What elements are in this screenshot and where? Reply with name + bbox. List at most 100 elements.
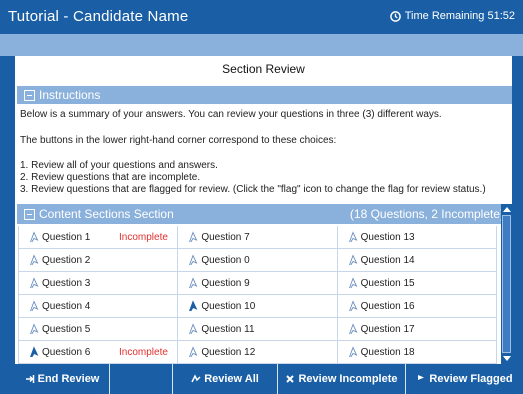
exam-title: Tutorial - Candidate Name — [8, 8, 189, 25]
end-review-button[interactable]: End Review — [15, 364, 110, 394]
question-label[interactable]: Question 15 — [361, 278, 415, 289]
instructions-line-2: The buttons in the lower right-hand corn… — [20, 135, 337, 146]
scroll-thumb[interactable] — [502, 215, 511, 353]
question-label[interactable]: Question 14 — [361, 255, 415, 266]
question-cell[interactable]: Question 4 — [19, 295, 179, 318]
flag-outline-icon[interactable] — [348, 300, 358, 312]
question-cell[interactable]: Question 2 — [19, 249, 179, 272]
question-label[interactable]: Question 2 — [42, 255, 90, 266]
question-label[interactable]: Question 3 — [42, 278, 90, 289]
instructions-item-2: 2. Review questions that are incomplete. — [20, 172, 201, 183]
review-all-button[interactable]: Review All — [173, 364, 278, 394]
question-row: Question 6 Incomplete Question 12 Question … — [19, 341, 497, 364]
flag-filled-icon[interactable] — [188, 300, 198, 312]
review-incomplete-label: Review Incomplete — [298, 373, 398, 385]
flag-outline-icon[interactable] — [29, 277, 39, 289]
instructions-line-1: Below is a summary of your answers. You … — [20, 109, 442, 120]
review-flagged-label: Review Flagged — [429, 373, 513, 385]
question-cell[interactable]: Question 15 — [338, 272, 497, 295]
instructions-item-3: 3. Review questions that are flagged for… — [20, 184, 486, 195]
collapse-icon[interactable] — [24, 208, 35, 220]
question-cell[interactable]: Question 9 — [178, 272, 338, 295]
instructions-item-1: 1. Review all of your questions and answ… — [20, 160, 218, 171]
instructions-header[interactable]: Instructions — [17, 86, 512, 104]
flag-outline-icon[interactable] — [348, 254, 358, 266]
flag-outline-icon[interactable] — [29, 254, 39, 266]
question-label[interactable]: Question 17 — [361, 324, 415, 335]
question-cell[interactable]: Question 1 Incomplete — [19, 226, 179, 249]
question-label[interactable]: Question 18 — [361, 347, 415, 358]
flag-outline-icon[interactable] — [348, 277, 358, 289]
question-label[interactable]: Question 16 — [361, 301, 415, 312]
content-section-header[interactable]: Content Sections Section (18 Questions, … — [17, 204, 512, 224]
page-title: Section Review — [222, 62, 305, 76]
flag-outline-icon[interactable] — [29, 300, 39, 312]
scrollbar[interactable] — [501, 204, 512, 364]
incomplete-status: Incomplete — [119, 232, 168, 243]
question-row: Question 3 Question 9 Question 15 — [19, 272, 497, 295]
toolbar-spacer — [110, 364, 173, 394]
flag-outline-icon[interactable] — [348, 346, 358, 358]
question-label[interactable]: Question 0 — [201, 255, 249, 266]
flag-outline-icon[interactable] — [29, 323, 39, 335]
flag-icon — [418, 375, 425, 383]
incomplete-status: Incomplete — [119, 347, 168, 358]
question-cell[interactable]: Question 10 — [178, 295, 338, 318]
question-cell[interactable]: Question 6 Incomplete — [19, 341, 179, 364]
time-remaining-text: Time Remaining 51:52 — [404, 10, 515, 22]
question-cell[interactable]: Question 17 — [338, 318, 497, 341]
flag-outline-icon[interactable] — [29, 231, 39, 243]
question-label[interactable]: Question 12 — [201, 347, 255, 358]
question-label[interactable]: Question 4 — [42, 301, 90, 312]
end-review-label: End Review — [37, 373, 100, 385]
exit-icon — [25, 375, 34, 383]
title-bar: Tutorial - Candidate Name Time Remaining… — [0, 0, 523, 34]
question-cell[interactable]: Question 14 — [338, 249, 497, 272]
question-cell[interactable]: Question 0 — [178, 249, 338, 272]
question-grid: Question 1 Incomplete Question 7 Question 1… — [18, 226, 497, 364]
question-cell[interactable]: Question 11 — [178, 318, 338, 341]
flag-outline-icon[interactable] — [348, 323, 358, 335]
review-all-label: Review All — [204, 373, 259, 385]
question-label[interactable]: Question 5 — [42, 324, 90, 335]
question-cell[interactable]: Question 16 — [338, 295, 497, 318]
question-cell[interactable]: Question 7 — [178, 226, 338, 249]
scroll-down-arrow-icon[interactable] — [503, 356, 511, 361]
question-row: Question 1 Incomplete Question 7 Question 1… — [19, 226, 497, 249]
question-label[interactable]: Question 11 — [201, 324, 254, 335]
review-panel: Section Review Instructions Below is a s… — [15, 56, 512, 364]
flag-outline-icon[interactable] — [188, 254, 198, 266]
collapse-icon[interactable] — [24, 89, 35, 101]
question-cell[interactable]: Question 5 — [19, 318, 179, 341]
question-row: Question 4 Question 10 Question 16 — [19, 295, 497, 318]
question-summary: (18 Questions, 2 Incomplete) — [349, 207, 504, 221]
question-label[interactable]: Question 6 — [42, 347, 90, 358]
question-label[interactable]: Question 13 — [361, 232, 415, 243]
scroll-up-arrow-icon[interactable] — [503, 207, 511, 212]
question-label[interactable]: Question 9 — [201, 278, 249, 289]
flag-filled-icon[interactable] — [29, 346, 39, 358]
question-cell[interactable]: Question 13 — [338, 226, 497, 249]
review-all-icon — [191, 374, 201, 383]
question-label[interactable]: Question 10 — [201, 301, 255, 312]
question-cell[interactable]: Question 18 — [338, 341, 497, 364]
flag-outline-icon[interactable] — [188, 346, 198, 358]
flag-outline-icon[interactable] — [188, 231, 198, 243]
review-flagged-button[interactable]: Review Flagged — [406, 364, 523, 394]
x-icon — [286, 375, 295, 383]
flag-outline-icon[interactable] — [188, 323, 198, 335]
clock-icon — [389, 10, 401, 22]
flag-outline-icon[interactable] — [348, 231, 358, 243]
question-cell[interactable]: Question 12 — [178, 341, 338, 364]
toolbar-strip — [0, 34, 523, 56]
question-row: Question 2 Question 0 Question 14 — [19, 249, 497, 272]
review-incomplete-button[interactable]: Review Incomplete — [278, 364, 406, 394]
instructions-heading: Instructions — [39, 88, 101, 102]
flag-outline-icon[interactable] — [188, 277, 198, 289]
question-label[interactable]: Question 1 — [42, 232, 90, 243]
time-remaining: Time Remaining 51:52 — [389, 10, 515, 22]
review-toolbar: End Review Review All Review Incomplete … — [15, 364, 523, 394]
question-label[interactable]: Question 7 — [201, 232, 249, 243]
question-row: Question 5 Question 11 Question 17 — [19, 318, 497, 341]
question-cell[interactable]: Question 3 — [19, 272, 179, 295]
